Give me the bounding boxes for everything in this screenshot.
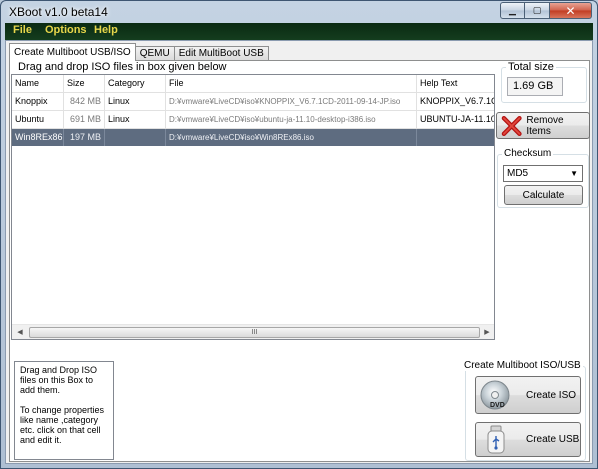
remove-x-icon [501,115,522,136]
iso-file-grid[interactable]: Name Size Category File Help Text Knoppi… [11,74,495,340]
cell-category[interactable]: Linux [105,93,166,110]
window-title: XBoot v1.0 beta14 [9,5,108,19]
column-header-name[interactable]: Name [12,75,64,92]
cell-help-text[interactable]: KNOPPIX_V6.7.1C [417,93,494,110]
cell-file[interactable]: D:¥vmware¥LiveCD¥iso¥KNOPPIX_V6.7.1CD-20… [166,93,417,110]
calculate-button[interactable]: Calculate [504,185,583,205]
column-header-size[interactable]: Size [64,75,105,92]
cell-file[interactable]: D:¥vmware¥LiveCD¥iso¥Win8REx86.iso [166,129,417,146]
tab-panel: Drag and drop ISO files in box given bel… [9,60,590,462]
app-window: XBoot v1.0 beta14 ▁ ▢ ✕ File Options Hel… [0,0,598,469]
dvd-disc-icon: DVD [480,380,510,410]
files-group: Drag and drop ISO files in box given bel… [10,61,498,343]
table-row[interactable]: Ubuntu 691 MB Linux D:¥vmware¥LiveCD¥iso… [12,111,494,128]
tab-strip: Create Multiboot USB/ISO QEMU Edit Multi… [9,43,269,61]
remove-items-button[interactable]: Remove Items [496,112,590,139]
create-iso-button[interactable]: DVD Create ISO [475,376,581,414]
title-bar[interactable]: XBoot v1.0 beta14 ▁ ▢ ✕ [1,1,597,23]
tab-create-multiboot[interactable]: Create Multiboot USB/ISO [9,43,136,61]
window-controls: ▁ ▢ ✕ [500,2,592,19]
client-area: Create Multiboot USB/ISO QEMU Edit Multi… [5,40,593,464]
chevron-down-icon: ▼ [570,169,578,178]
total-size-group: Total size 1.69 GB [501,61,587,103]
cell-help-text[interactable]: UBUNTU-JA-11.10 [417,111,494,128]
total-size-value: 1.69 GB [507,77,563,96]
menu-bar: File Options Help [5,23,593,40]
checksum-group: Checksum MD5 ▼ Calculate [497,148,589,208]
usb-drive-icon [487,425,505,453]
cell-category[interactable] [105,129,166,146]
column-header-category[interactable]: Category [105,75,166,92]
table-row[interactable]: Knoppix 842 MB Linux D:¥vmware¥LiveCD¥is… [12,93,494,110]
create-usb-button[interactable]: Create USB [475,422,581,457]
cell-size[interactable]: 691 MB [64,111,105,128]
create-multiboot-group: Create Multiboot ISO/USB DVD Create ISO … [462,360,586,461]
scroll-left-icon[interactable]: ◀ [15,327,25,338]
checksum-label: Checksum [502,148,554,159]
table-row-selected[interactable]: Win8REx86 197 MB D:¥vmware¥LiveCD¥iso¥Wi… [12,129,494,146]
checksum-select[interactable]: MD5 ▼ [503,165,583,182]
files-group-title: Drag and drop ISO files in box given bel… [16,61,229,73]
cell-name[interactable]: Knoppix [12,93,64,110]
minimize-button[interactable]: ▁ [500,2,525,19]
help-info-box: Drag and Drop ISO files on this Box to a… [14,361,114,460]
tab-edit-multiboot[interactable]: Edit MultiBoot USB [173,46,269,61]
remove-items-label: Remove Items [526,114,564,137]
cell-name[interactable]: Win8REx86 [12,129,64,146]
maximize-button[interactable]: ▢ [525,2,550,19]
checksum-selected-value: MD5 [507,168,529,179]
dvd-label: DVD [490,402,505,409]
total-size-label: Total size [506,61,556,73]
horizontal-scrollbar[interactable]: ◀ III ▶ [12,324,494,339]
create-usb-label: Create USB [526,434,580,445]
create-iso-label: Create ISO [526,389,577,401]
cell-size[interactable]: 197 MB [64,129,105,146]
create-group-title: Create Multiboot ISO/USB [462,360,583,371]
menu-help[interactable]: Help [94,24,118,36]
close-button[interactable]: ✕ [550,2,592,19]
column-header-file[interactable]: File [166,75,417,92]
scroll-right-icon[interactable]: ▶ [482,327,492,338]
column-header-help-text[interactable]: Help Text [417,75,494,92]
scroll-thumb[interactable]: III [29,327,480,338]
cell-name[interactable]: Ubuntu [12,111,64,128]
cell-size[interactable]: 842 MB [64,93,105,110]
grid-header: Name Size Category File Help Text [12,75,494,92]
menu-file[interactable]: File [13,24,32,36]
cell-help-text[interactable] [417,129,494,146]
menu-options[interactable]: Options [45,24,87,36]
tab-qemu[interactable]: QEMU [134,46,175,61]
cell-file[interactable]: D:¥vmware¥LiveCD¥iso¥ubuntu-ja-11.10-des… [166,111,417,128]
cell-category[interactable]: Linux [105,111,166,128]
